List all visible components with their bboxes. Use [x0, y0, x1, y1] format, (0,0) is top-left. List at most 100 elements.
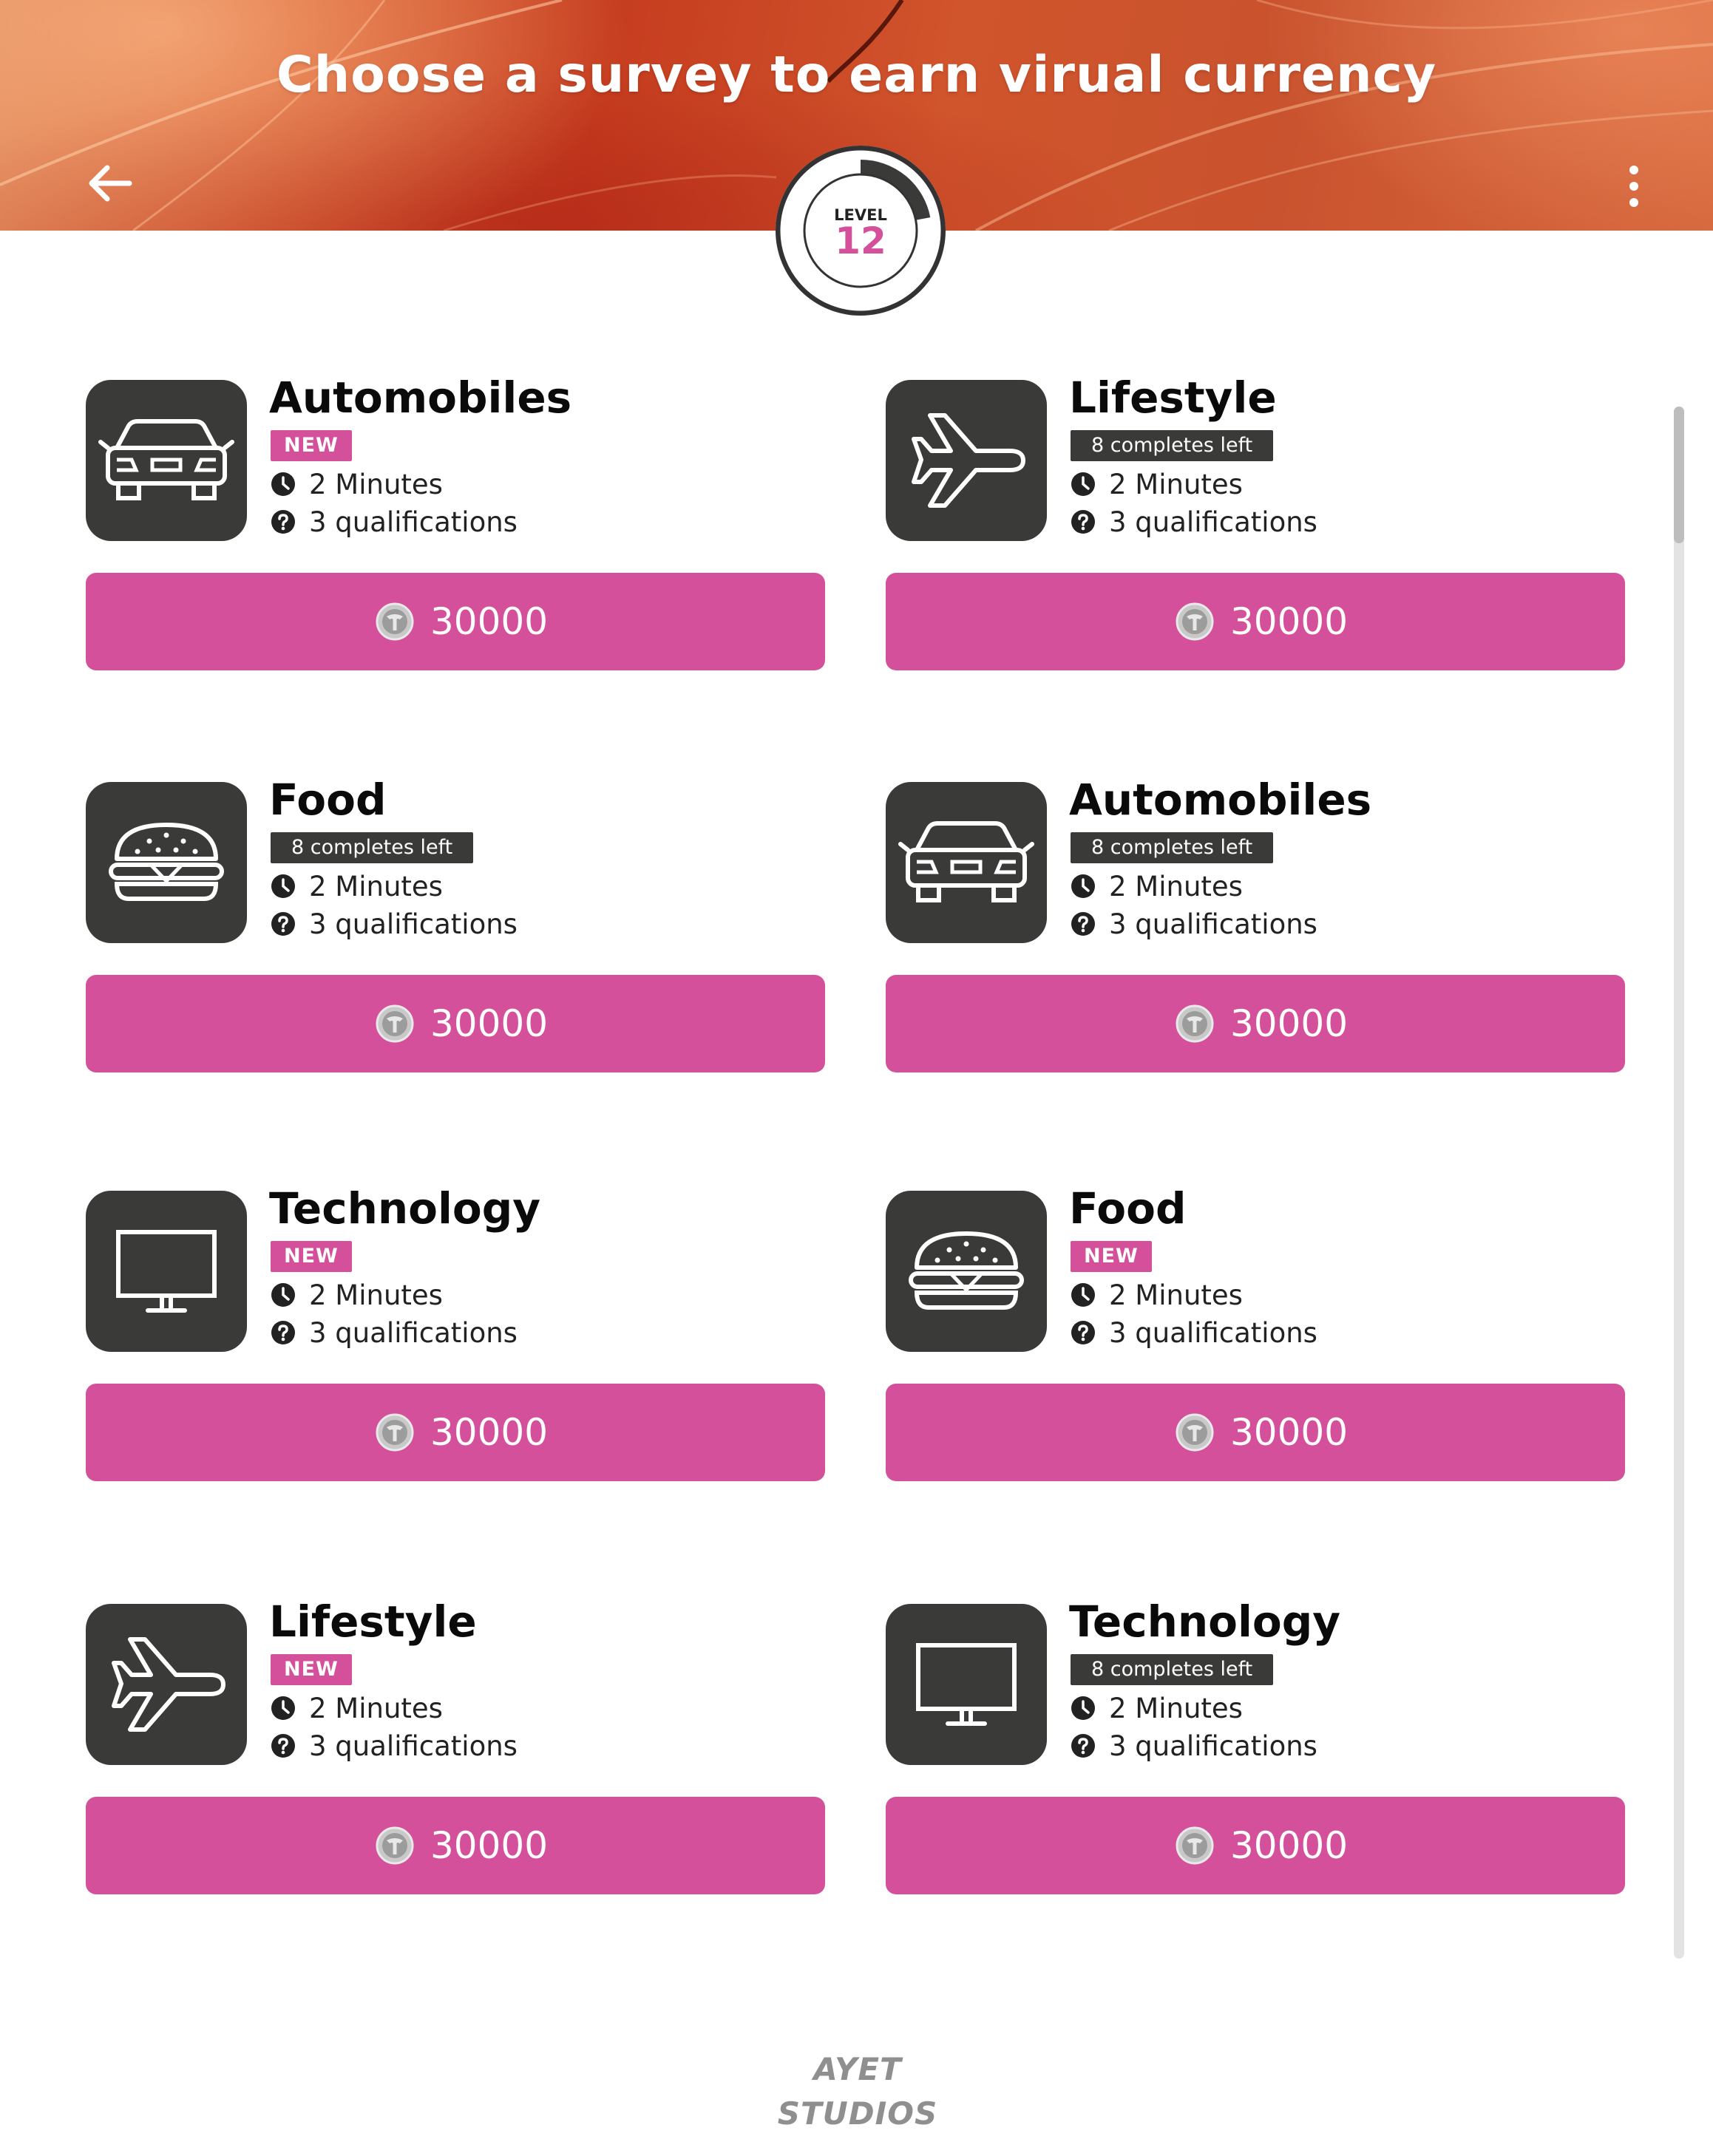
- arrow-left-icon[interactable]: [85, 159, 134, 208]
- coin-icon: [376, 1826, 414, 1865]
- survey-duration-label: 2 Minutes: [309, 469, 443, 500]
- survey-category-title: Technology: [269, 1183, 541, 1234]
- clock-icon: [271, 1283, 295, 1307]
- airplane-tile: [886, 380, 1047, 541]
- survey-duration-label: 2 Minutes: [1109, 1693, 1243, 1724]
- clock-icon: [271, 472, 295, 496]
- coin-icon: [376, 1413, 414, 1452]
- burger-icon: [86, 782, 247, 943]
- reward-amount: 30000: [430, 1411, 549, 1454]
- survey-card: Food 8 completes left 2 Minutes 3 qualif…: [86, 775, 825, 1078]
- question-icon: [1071, 1321, 1095, 1344]
- coin-icon: [1176, 1826, 1214, 1865]
- survey-card: Technology 8 completes left 2 Minutes 3 …: [886, 1596, 1625, 1900]
- airplane-icon: [886, 380, 1047, 541]
- level-badge: LEVEL 12: [776, 146, 946, 316]
- reward-amount: 30000: [430, 1002, 549, 1045]
- survey-qualifications-label: 3 qualifications: [1109, 1317, 1317, 1349]
- survey-category-title: Automobiles: [1069, 775, 1372, 825]
- survey-duration-label: 2 Minutes: [1109, 871, 1243, 902]
- survey-qualifications-label: 3 qualifications: [1109, 506, 1317, 538]
- burger-tile: [886, 1191, 1047, 1352]
- survey-qualifications-label: 3 qualifications: [1109, 908, 1317, 940]
- clock-icon: [1071, 1283, 1095, 1307]
- survey-duration-label: 2 Minutes: [1109, 469, 1243, 500]
- reward-amount: 30000: [1230, 600, 1349, 643]
- airplane-tile: [86, 1604, 247, 1765]
- survey-card: Food NEW 2 Minutes 3 qualifications 3000…: [886, 1183, 1625, 1486]
- monitor-tile: [86, 1191, 247, 1352]
- coin-icon: [376, 602, 414, 641]
- start-survey-button[interactable]: 30000: [86, 573, 825, 670]
- survey-card: Lifestyle 8 completes left 2 Minutes 3 q…: [886, 373, 1625, 676]
- scrollbar-thumb[interactable]: [1674, 407, 1684, 543]
- reward-amount: 30000: [1230, 1002, 1349, 1045]
- reward-amount: 30000: [430, 600, 549, 643]
- completes-left-badge: 8 completes left: [1071, 430, 1274, 461]
- car-icon: [886, 782, 1047, 943]
- car-tile: [886, 782, 1047, 943]
- reward-amount: 30000: [1230, 1411, 1349, 1454]
- coin-icon: [1176, 602, 1214, 641]
- more-vertical-icon[interactable]: [1619, 164, 1649, 208]
- survey-category-title: Technology: [1069, 1596, 1341, 1647]
- coin-icon: [1176, 1413, 1214, 1452]
- question-icon: [271, 1321, 295, 1344]
- clock-icon: [1071, 1696, 1095, 1720]
- completes-left-badge: 8 completes left: [271, 832, 474, 863]
- coin-icon: [1176, 1004, 1214, 1043]
- question-icon: [271, 510, 295, 534]
- survey-qualifications-label: 3 qualifications: [309, 1317, 518, 1349]
- question-icon: [1071, 1734, 1095, 1758]
- new-badge: NEW: [1071, 1241, 1152, 1272]
- clock-icon: [1071, 874, 1095, 898]
- clock-icon: [1071, 472, 1095, 496]
- start-survey-button[interactable]: 30000: [886, 573, 1625, 670]
- clock-icon: [271, 874, 295, 898]
- survey-category-title: Food: [1069, 1183, 1187, 1234]
- question-icon: [271, 912, 295, 936]
- question-icon: [1071, 510, 1095, 534]
- survey-qualifications-label: 3 qualifications: [309, 506, 518, 538]
- monitor-icon: [86, 1191, 247, 1352]
- burger-icon: [886, 1191, 1047, 1352]
- coin-icon: [376, 1004, 414, 1043]
- monitor-icon: [886, 1604, 1047, 1765]
- completes-left-badge: 8 completes left: [1071, 1654, 1274, 1685]
- completes-left-badge: 8 completes left: [1071, 832, 1274, 863]
- survey-category-title: Lifestyle: [1069, 373, 1277, 423]
- start-survey-button[interactable]: 30000: [886, 975, 1625, 1072]
- monitor-tile: [886, 1604, 1047, 1765]
- survey-qualifications-label: 3 qualifications: [309, 908, 518, 940]
- reward-amount: 30000: [430, 1824, 549, 1867]
- survey-duration-label: 2 Minutes: [309, 1693, 443, 1724]
- survey-duration-label: 2 Minutes: [309, 1279, 443, 1311]
- start-survey-button[interactable]: 30000: [86, 1384, 825, 1481]
- survey-category-title: Automobiles: [269, 373, 572, 423]
- survey-duration-label: 2 Minutes: [1109, 1279, 1243, 1311]
- survey-qualifications-label: 3 qualifications: [1109, 1730, 1317, 1762]
- car-tile: [86, 380, 247, 541]
- start-survey-button[interactable]: 30000: [86, 1797, 825, 1894]
- survey-qualifications-label: 3 qualifications: [309, 1730, 518, 1762]
- clock-icon: [271, 1696, 295, 1720]
- survey-card: Lifestyle NEW 2 Minutes 3 qualifications: [86, 1596, 825, 1900]
- start-survey-button[interactable]: 30000: [86, 975, 825, 1072]
- ayet-studios-logo: AYET STUDIOS: [777, 2051, 938, 2132]
- survey-category-title: Lifestyle: [269, 1596, 477, 1647]
- survey-card: Automobiles 8 completes left 2 Minutes 3…: [886, 775, 1625, 1078]
- survey-category-title: Food: [269, 775, 387, 825]
- level-number: 12: [835, 220, 886, 262]
- survey-card: Technology NEW 2 Minutes 3 qualification…: [86, 1183, 825, 1486]
- start-survey-button[interactable]: 30000: [886, 1797, 1625, 1894]
- page-title: Choose a survey to earn virual currency: [276, 46, 1437, 104]
- new-badge: NEW: [271, 1654, 352, 1685]
- new-badge: NEW: [271, 1241, 352, 1272]
- new-badge: NEW: [271, 430, 352, 461]
- reward-amount: 30000: [1230, 1824, 1349, 1867]
- question-icon: [1071, 912, 1095, 936]
- scrollbar-track[interactable]: [1674, 407, 1684, 1959]
- question-icon: [271, 1734, 295, 1758]
- start-survey-button[interactable]: 30000: [886, 1384, 1625, 1481]
- survey-duration-label: 2 Minutes: [309, 871, 443, 902]
